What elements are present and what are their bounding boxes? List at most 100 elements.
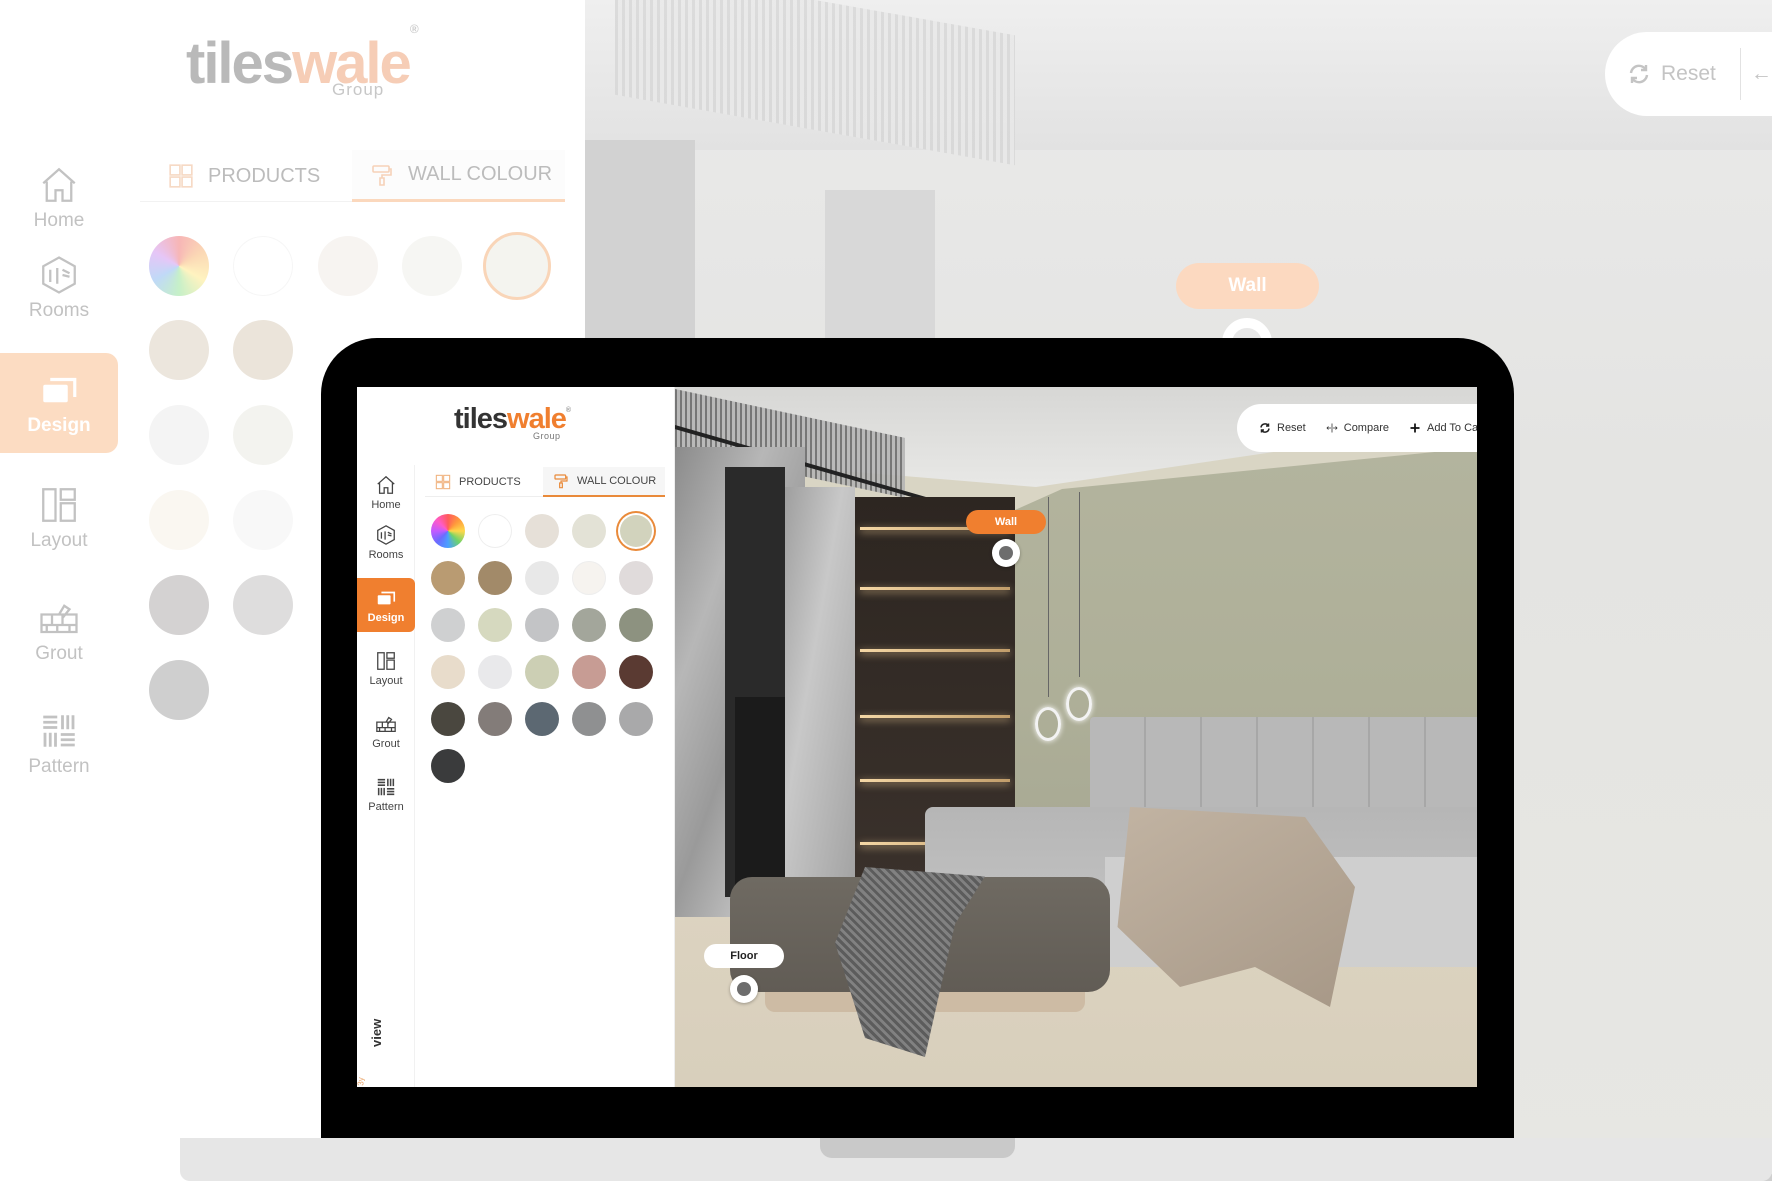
pendant-cord xyxy=(1048,497,1049,697)
floor-hotspot-tag[interactable]: Floor xyxy=(704,944,784,968)
rail-item-pattern[interactable]: Pattern xyxy=(357,767,415,821)
colour-swatch-sage[interactable] xyxy=(525,655,559,689)
bg-swatch xyxy=(149,575,209,635)
rail-item-rooms[interactable]: Rooms xyxy=(357,515,415,569)
vertical-view-label[interactable]: view xyxy=(369,1007,384,1047)
grid-icon xyxy=(435,474,451,490)
home-icon xyxy=(377,475,395,494)
colour-swatch-charcoal-brown[interactable] xyxy=(431,702,465,736)
grout-icon xyxy=(40,604,78,634)
design-icon xyxy=(377,591,396,604)
paint-roller-icon xyxy=(372,164,392,186)
hotspot-dot-core xyxy=(999,546,1013,560)
laptop-screen: tileswale® Group Home Rooms Design Layou… xyxy=(357,387,1477,1087)
colour-swatch-ash-grey[interactable] xyxy=(525,608,559,642)
bg-swatch xyxy=(149,660,209,720)
home-icon xyxy=(42,167,76,202)
colour-swatch-linen[interactable] xyxy=(525,514,559,548)
tab-products[interactable]: PRODUCTS xyxy=(429,467,527,497)
bg-rail-item-grout: Grout xyxy=(0,581,118,681)
rail-label: Grout xyxy=(35,643,83,664)
colour-swatch-ivory[interactable] xyxy=(572,561,606,595)
colour-swatch-sand[interactable] xyxy=(431,655,465,689)
bg-swatch xyxy=(318,236,378,296)
bg-swatch xyxy=(402,236,462,296)
colour-swatch-grid xyxy=(431,514,671,783)
colour-swatch-cloud-grey[interactable] xyxy=(525,561,559,595)
marketing-hero: tileswale® Group Home Rooms Design Layou… xyxy=(0,0,1772,1181)
bg-swatch xyxy=(233,320,293,380)
tab-label: WALL COLOUR xyxy=(577,475,657,487)
colour-swatch-custom-colour-wheel[interactable] xyxy=(431,514,465,548)
colour-swatch-mocha[interactable] xyxy=(478,561,512,595)
bg-swatch xyxy=(149,490,209,550)
logo-group-text: Group xyxy=(533,431,561,441)
colour-swatch-stone-grey[interactable] xyxy=(572,608,606,642)
bg-tab-wall-colour: WALL COLOUR xyxy=(352,150,565,202)
colour-swatch-mist-pink-grey[interactable] xyxy=(619,561,653,595)
pendant-cord xyxy=(1079,492,1080,677)
pattern-icon xyxy=(377,778,395,795)
pendant-ring-light xyxy=(1035,707,1061,741)
paint-roller-icon xyxy=(554,474,568,489)
colour-swatch-pistachio-cream[interactable] xyxy=(478,608,512,642)
background-nav-rail: Home Rooms Design Layout Grout Pattern xyxy=(0,148,118,1181)
background-toolbar: Reset ←| xyxy=(1605,32,1772,116)
bg-swatch xyxy=(149,236,209,296)
shelf-light xyxy=(860,779,1010,782)
reset-button[interactable]: Reset xyxy=(1249,404,1316,452)
bg-rail-item-design: Design xyxy=(0,353,118,453)
rail-item-layout[interactable]: Layout xyxy=(357,641,415,695)
colour-swatch-silver[interactable] xyxy=(431,608,465,642)
pattern-icon xyxy=(43,715,75,747)
room-visualizer-canvas[interactable]: Wall Floor Reset Compare Add To Ca xyxy=(675,387,1477,1087)
laptop-notch xyxy=(820,1138,1015,1158)
colour-swatch-sage-selected[interactable] xyxy=(620,515,652,547)
colour-swatch-white[interactable] xyxy=(478,514,512,548)
colour-swatch-pale-sage-cream[interactable] xyxy=(572,514,606,548)
vertical-small-label: 3y xyxy=(357,1077,366,1086)
bg-swatch xyxy=(149,320,209,380)
wall-hotspot-tag[interactable]: Wall xyxy=(966,510,1046,534)
rail-label: Home xyxy=(33,210,85,231)
compare-arrows-icon: ←| xyxy=(1750,62,1772,85)
colour-swatch-frost[interactable] xyxy=(478,655,512,689)
background-tabs: PRODUCTS WALL COLOUR xyxy=(140,150,565,202)
rail-item-design[interactable]: Design xyxy=(357,578,415,632)
add-to-cart-button[interactable]: Add To Ca xyxy=(1399,404,1477,452)
colour-swatch-caramel[interactable] xyxy=(431,561,465,595)
rail-label: Rooms xyxy=(368,548,404,561)
bg-rail-item-rooms: Rooms xyxy=(0,238,118,338)
rail-label: Grout xyxy=(372,737,400,750)
rail-item-home[interactable]: Home xyxy=(357,465,415,519)
colour-swatch-taupe-grey[interactable] xyxy=(478,702,512,736)
colour-swatch-olive-grey[interactable] xyxy=(619,608,653,642)
tab-wall-colour[interactable]: WALL COLOUR xyxy=(543,467,665,497)
wall-hotspot-dot[interactable] xyxy=(992,539,1020,567)
colour-swatch-chocolate[interactable] xyxy=(619,655,653,689)
colour-swatch-light-grey[interactable] xyxy=(619,702,653,736)
bg-swatch xyxy=(233,490,293,550)
logo-word-tiles: tiles xyxy=(186,31,294,96)
shelf-light xyxy=(860,715,1010,718)
shelf-light xyxy=(860,587,1010,590)
rail-label: Pattern xyxy=(28,756,90,777)
rail-label: Design xyxy=(367,611,405,624)
colour-swatch-dusty-rose[interactable] xyxy=(572,655,606,689)
floor-hotspot-dot[interactable] xyxy=(730,975,758,1003)
compare-arrows-icon xyxy=(1326,423,1338,433)
bg-swatch-selected xyxy=(483,232,551,300)
colour-swatch-mid-grey[interactable] xyxy=(572,702,606,736)
rail-item-grout[interactable]: Grout xyxy=(357,704,415,758)
colour-swatch-slate-blue[interactable] xyxy=(525,702,559,736)
rail-label: Home xyxy=(371,498,401,511)
design-icon xyxy=(43,377,77,403)
pendant-ring-light xyxy=(1066,687,1092,721)
colour-swatch-graphite[interactable] xyxy=(431,749,465,783)
background-wall-hotspot-tag: Wall xyxy=(1176,263,1319,309)
side-panel: tileswale® Group Home Rooms Design Layou… xyxy=(357,387,675,1087)
grid-icon xyxy=(169,164,193,188)
plus-icon xyxy=(1410,423,1420,433)
compare-button[interactable]: Compare xyxy=(1316,404,1399,452)
background-column xyxy=(825,190,935,340)
